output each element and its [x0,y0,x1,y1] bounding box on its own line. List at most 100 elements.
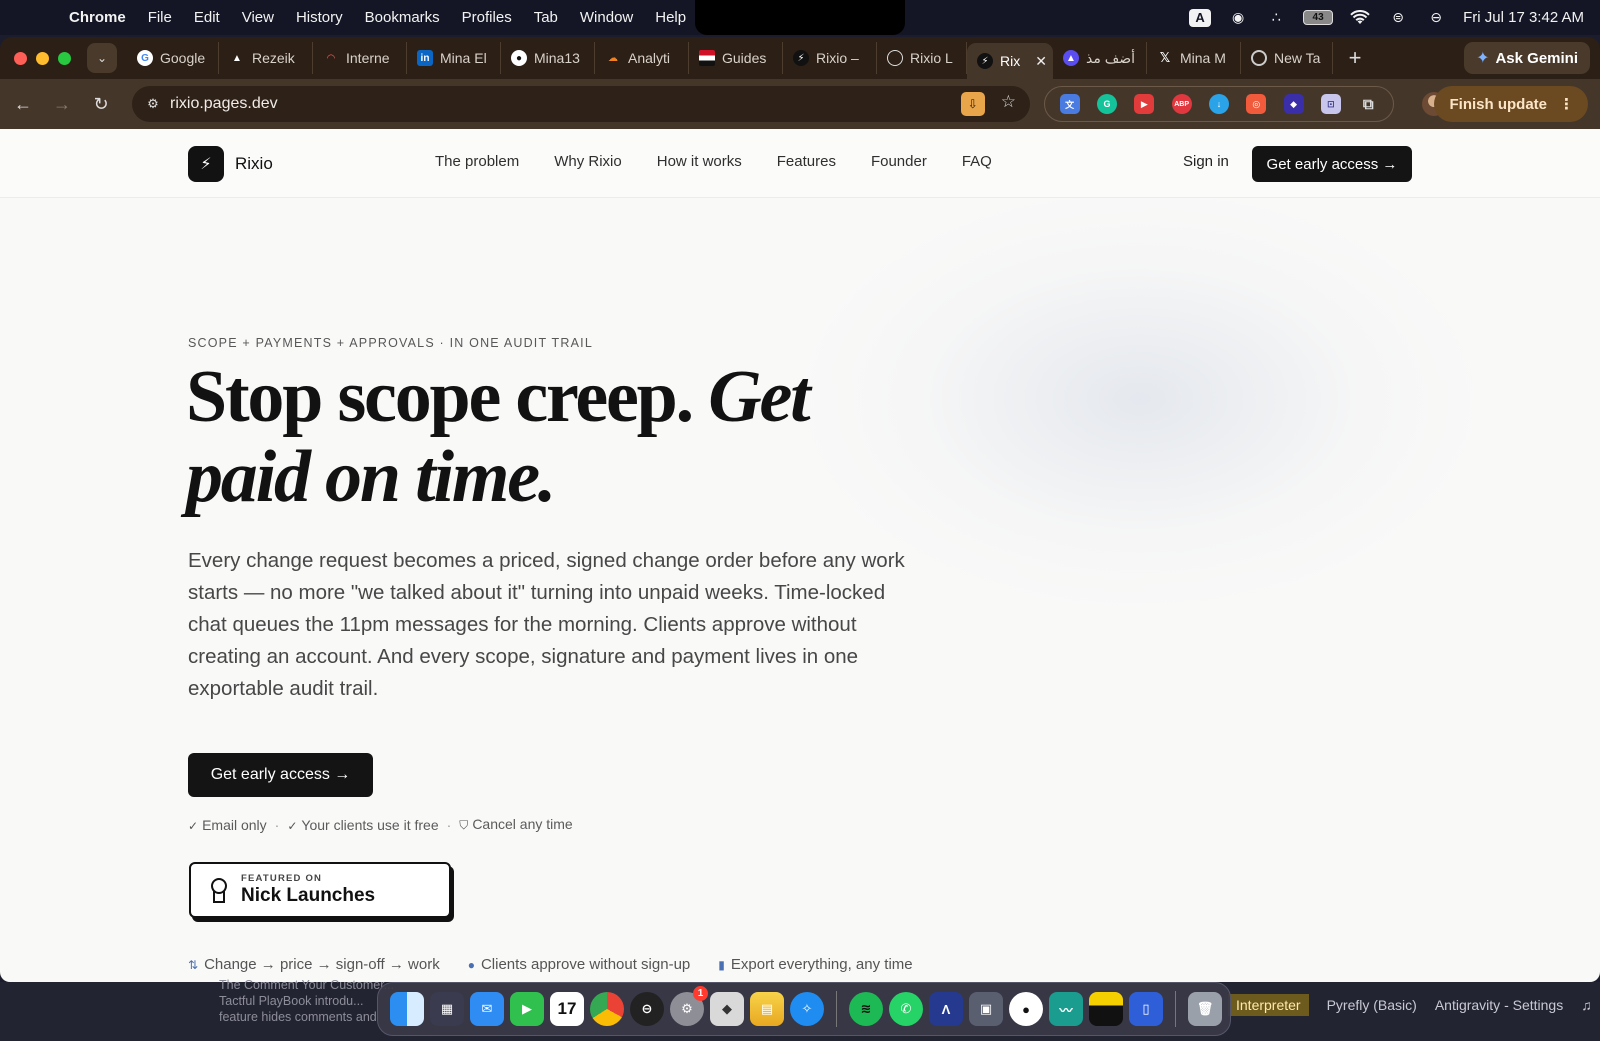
benefit-label: Change → price → sign-off → work [204,956,440,973]
sign-in-link[interactable]: Sign in [1183,153,1229,170]
record-extension-icon[interactable]: ◎ [1246,94,1267,114]
forward-icon[interactable]: → [46,88,78,120]
brand-logo[interactable]: ⚡ Rixio [188,146,273,182]
tab-guides[interactable]: Guides [689,42,783,74]
menu-file[interactable]: File [137,9,183,26]
new-tab-plus-icon[interactable]: + [1343,45,1367,71]
box-icon[interactable]: ◆ [710,992,744,1026]
image-extension-icon[interactable]: ⊡ [1320,94,1341,114]
files-icon[interactable]: ▯ [1129,992,1163,1026]
check-icon: ✓ [188,818,199,833]
tab-rixio-1[interactable]: ⚡ Rixio – [783,42,877,74]
tab-x[interactable]: 𝕏 Mina M [1147,42,1241,74]
video-extension-icon[interactable]: ▶ [1134,94,1155,114]
install-app-icon[interactable]: ⇩ [960,92,985,116]
mail-icon[interactable]: ✉ [470,992,504,1026]
site-info-icon[interactable]: ⚙ [136,96,170,112]
finder-icon[interactable] [390,992,424,1026]
nav-link-why-rixio[interactable]: Why Rixio [554,153,622,170]
safari-icon[interactable]: ✧ [790,992,824,1026]
tab-rixio-active[interactable]: ⚡ Rix ✕ [967,43,1053,79]
tab-github[interactable]: ● Mina13 [501,42,595,74]
nav-link-faq[interactable]: FAQ [962,153,992,170]
spotify-icon[interactable]: ≋ [849,992,883,1026]
hero-get-early-access-button[interactable]: Get early access → [188,753,373,797]
minimize-window-button[interactable] [36,51,49,65]
trash-icon[interactable]: 🗑 [1188,992,1222,1026]
menu-help[interactable]: Help [644,9,697,26]
nav-link-founder[interactable]: Founder [871,153,927,170]
back-icon[interactable]: ← [7,88,39,120]
nav-link-the-problem[interactable]: The problem [435,153,519,170]
tab-rixio-2[interactable]: Rixio L [877,42,967,74]
menu-edit[interactable]: Edit [183,9,231,26]
github-icon[interactable]: ● [1009,992,1043,1026]
header-get-early-access-button[interactable]: Get early access → [1252,146,1412,182]
address-url[interactable]: rixio.pages.dev [170,95,278,113]
finish-update-button[interactable]: Finish update ⋮ [1433,86,1588,122]
tab-search-button[interactable]: ⌄ [87,43,117,73]
x-icon: 𝕏 [1159,50,1171,65]
tab-label: Rixio L [910,50,953,66]
web-page: ⚡ Rixio The problem Why Rixio How it wor… [0,129,1600,982]
benefit-item: ▮ Export everything, any time [718,956,912,973]
puzzle-extensions-icon[interactable]: ⧉ [1358,94,1378,114]
status-antigravity-settings[interactable]: Antigravity - Settings [1435,997,1563,1013]
user-account-icon[interactable]: ◉ [1227,9,1249,26]
featured-on-nick-launches-badge[interactable]: FEATURED ON Nick Launches [189,862,451,918]
status-interpreter[interactable]: Interpreter [1228,994,1309,1016]
settings-icon[interactable]: ⚙ 1 [670,986,708,1026]
menu-profiles[interactable]: Profiles [451,9,523,26]
control-center-icon[interactable]: ⊜ [1387,9,1409,26]
tab-linkedin[interactable]: in Mina El [407,42,501,74]
address-bar[interactable]: ⚙ rixio.pages.dev ⇩ ☆ [132,86,1030,122]
tab-arabic[interactable]: ▲ أضف مذ [1053,42,1147,74]
ai-extension-icon[interactable]: ◆ [1283,94,1304,114]
menu-bookmarks[interactable]: Bookmarks [354,9,451,26]
input-source-icon[interactable]: A [1189,8,1212,27]
tab-google[interactable]: G Google [127,42,219,74]
menu-bar-clock[interactable]: Fri Jul 17 3:42 AM [1463,9,1584,26]
menu-history[interactable]: History [285,9,354,26]
menu-app-chrome[interactable]: Chrome [58,9,137,26]
launchpad-icon[interactable]: ▦ [430,992,464,1026]
battery-icon[interactable]: 43 [1303,10,1334,25]
download-extension-icon[interactable]: ↓ [1208,94,1229,114]
tab-rezeik[interactable]: ▲ Rezeik [219,42,313,74]
menu-view[interactable]: View [231,9,285,26]
menu-tab[interactable]: Tab [523,9,569,26]
activity-icon[interactable]: ∴ [1265,9,1287,26]
close-window-button[interactable] [14,51,27,65]
vpn-icon[interactable]: ⊖ [630,992,664,1026]
app-icon[interactable]: ▣ [969,992,1003,1026]
arc-icon[interactable]: Λ [929,992,963,1026]
more-vertical-icon[interactable]: ⋮ [1559,95,1574,113]
focus-icon[interactable]: ⊖ [1425,9,1447,26]
close-tab-icon[interactable]: ✕ [1035,53,1047,70]
calendar-icon[interactable]: 17 [550,992,584,1026]
nav-link-features[interactable]: Features [777,153,836,170]
facetime-icon[interactable]: ▶ [510,992,544,1026]
reload-icon[interactable]: ↻ [85,88,117,120]
tab-new-tab[interactable]: New Ta [1241,42,1333,74]
grammarly-extension-icon[interactable]: G [1096,94,1117,114]
nav-link-how-it-works[interactable]: How it works [657,153,742,170]
tab-label: أضف مذ [1086,49,1136,66]
tab-internet-speed[interactable]: ◠ Interne [313,42,407,74]
adblock-plus-extension-icon[interactable]: ABP [1171,94,1192,114]
tab-analytics[interactable]: ☁ Analyti [595,42,689,74]
stickies-icon[interactable] [1089,992,1123,1026]
whatsapp-icon[interactable]: ✆ [889,992,923,1026]
freeform-icon[interactable]: 〰 [1049,992,1083,1026]
status-pyrefly[interactable]: Pyrefly (Basic) [1327,997,1417,1013]
chrome-icon[interactable] [590,992,624,1026]
translate-extension-icon[interactable]: 文 [1059,94,1080,114]
menu-window[interactable]: Window [569,9,644,26]
notes-icon[interactable]: ▤ [750,992,784,1026]
fullscreen-window-button[interactable] [58,51,71,65]
bell-icon[interactable]: ♫ [1581,997,1592,1013]
ask-gemini-button[interactable]: ✦ Ask Gemini [1464,42,1590,74]
bookmark-star-icon[interactable]: ☆ [1001,92,1016,116]
wifi-icon[interactable] [1349,9,1371,26]
macos-menu-bar: Chrome File Edit View History Bookmarks … [0,0,1600,35]
